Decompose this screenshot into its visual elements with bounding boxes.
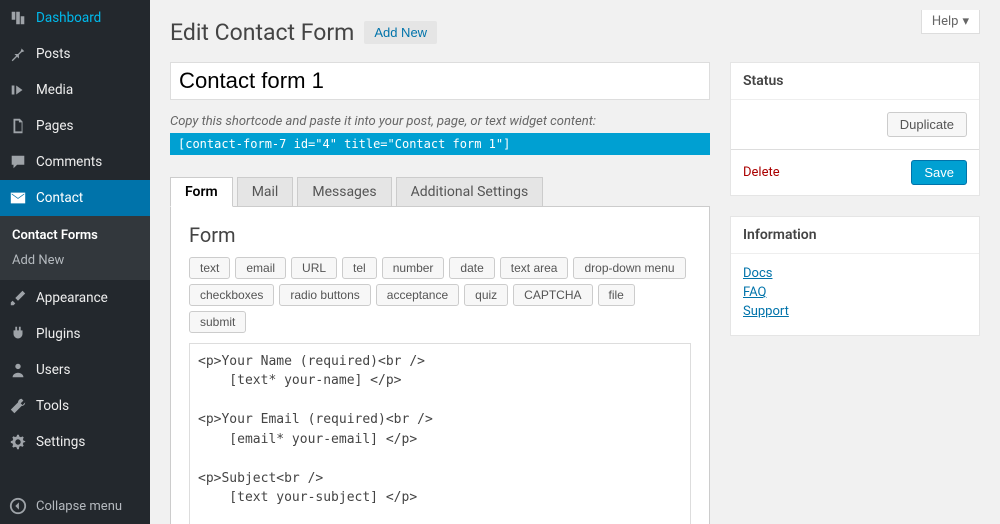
shortcode-field[interactable] [170, 133, 710, 155]
brush-icon [8, 288, 28, 308]
sidebar-item-label: Dashboard [36, 10, 101, 26]
sidebar-item-tools[interactable]: Tools [0, 388, 150, 424]
form-editor[interactable]: <p>Your Name (required)<br /> [text* you… [189, 343, 691, 524]
pages-icon [8, 116, 28, 136]
panel-heading: Form [189, 223, 691, 247]
docs-link[interactable]: Docs [743, 266, 967, 281]
tag-generator: text email URL tel number date text area… [189, 257, 691, 333]
sidebar-item-label: Contact [36, 190, 83, 206]
sidebar-subitem-contact-forms[interactable]: Contact Forms [0, 223, 150, 248]
sidebar-item-appearance[interactable]: Appearance [0, 280, 150, 316]
chevron-down-icon: ▾ [962, 14, 969, 29]
media-icon [8, 80, 28, 100]
tag-file[interactable]: file [598, 284, 635, 306]
form-title-input[interactable] [170, 62, 710, 100]
editor-tabs: Form Mail Messages Additional Settings [170, 177, 710, 207]
faq-link[interactable]: FAQ [743, 285, 967, 300]
plugins-icon [8, 324, 28, 344]
status-postbox: Status Duplicate Delete Save [730, 62, 980, 196]
information-title: Information [731, 217, 979, 254]
tag-captcha[interactable]: CAPTCHA [513, 284, 592, 306]
tab-form[interactable]: Form [170, 177, 233, 207]
collapse-icon [8, 496, 28, 516]
information-postbox: Information Docs FAQ Support [730, 216, 980, 336]
sidebar-item-label: Comments [36, 154, 102, 170]
sidebar-subitem-add-new[interactable]: Add New [0, 248, 150, 273]
mail-icon [8, 188, 28, 208]
sidebar-item-label: Users [36, 362, 70, 378]
dashboard-icon [8, 8, 28, 28]
shortcode-label: Copy this shortcode and paste it into yo… [170, 114, 710, 129]
sidebar-item-comments[interactable]: Comments [0, 144, 150, 180]
delete-link[interactable]: Delete [743, 165, 780, 180]
tag-dropdown[interactable]: drop-down menu [573, 257, 685, 279]
sidebar-submenu: Contact Forms Add New [0, 216, 150, 280]
sidebar-item-contact[interactable]: Contact [0, 180, 150, 216]
support-link[interactable]: Support [743, 304, 967, 319]
sidebar-item-users[interactable]: Users [0, 352, 150, 388]
comments-icon [8, 152, 28, 172]
tag-acceptance[interactable]: acceptance [376, 284, 459, 306]
add-new-button[interactable]: Add New [364, 21, 437, 44]
tag-url[interactable]: URL [291, 257, 337, 279]
sidebar-item-label: Appearance [36, 290, 108, 306]
tab-messages[interactable]: Messages [297, 177, 391, 207]
tag-radio[interactable]: radio buttons [279, 284, 370, 306]
tag-email[interactable]: email [235, 257, 286, 279]
tag-number[interactable]: number [382, 257, 445, 279]
tab-additional-settings[interactable]: Additional Settings [396, 177, 544, 207]
sidebar-item-label: Tools [36, 398, 69, 414]
tag-quiz[interactable]: quiz [464, 284, 508, 306]
main-content: Help ▾ Edit Contact Form Add New Copy th… [150, 0, 1000, 524]
users-icon [8, 360, 28, 380]
tag-date[interactable]: date [449, 257, 494, 279]
tab-mail[interactable]: Mail [237, 177, 294, 207]
sidebar-item-label: Settings [36, 434, 85, 450]
admin-sidebar: Dashboard Posts Media Pages Comments Con… [0, 0, 150, 524]
sidebar-item-plugins[interactable]: Plugins [0, 316, 150, 352]
duplicate-button[interactable]: Duplicate [887, 112, 967, 137]
sidebar-item-label: Plugins [36, 326, 81, 342]
tag-textarea[interactable]: text area [500, 257, 569, 279]
settings-icon [8, 432, 28, 452]
help-tab[interactable]: Help ▾ [921, 10, 980, 34]
collapse-label: Collapse menu [36, 499, 122, 514]
sidebar-item-pages[interactable]: Pages [0, 108, 150, 144]
pin-icon [8, 44, 28, 64]
status-title: Status [731, 63, 979, 100]
save-button[interactable]: Save [911, 160, 967, 185]
tab-content: Form text email URL tel number date text… [170, 207, 710, 524]
sidebar-item-label: Media [36, 82, 73, 98]
page-title: Edit Contact Form Add New [170, 10, 921, 50]
sidebar-item-posts[interactable]: Posts [0, 36, 150, 72]
tag-text[interactable]: text [189, 257, 230, 279]
sidebar-item-media[interactable]: Media [0, 72, 150, 108]
tag-submit[interactable]: submit [189, 311, 246, 333]
sidebar-item-dashboard[interactable]: Dashboard [0, 0, 150, 36]
tag-checkboxes[interactable]: checkboxes [189, 284, 274, 306]
sidebar-item-label: Posts [36, 46, 70, 62]
tools-icon [8, 396, 28, 416]
sidebar-item-label: Pages [36, 118, 74, 134]
collapse-menu[interactable]: Collapse menu [0, 488, 150, 524]
tag-tel[interactable]: tel [342, 257, 377, 279]
sidebar-item-settings[interactable]: Settings [0, 424, 150, 460]
